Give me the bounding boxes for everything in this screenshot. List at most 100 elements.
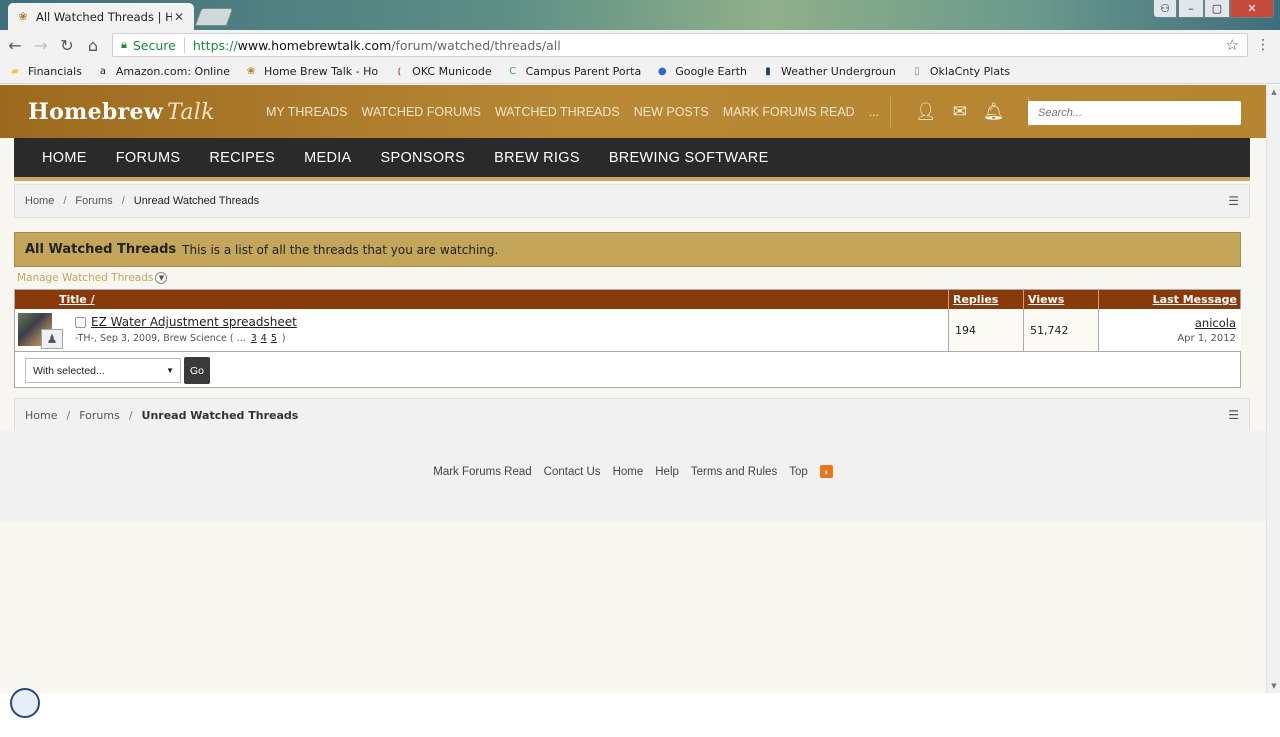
bookmark-label: Financials <box>28 65 82 78</box>
footer-home[interactable]: Home <box>613 466 644 478</box>
nav-media[interactable]: MEDIA <box>304 150 351 166</box>
list-icon[interactable]: ☰ <box>1228 408 1239 422</box>
manage-watched-threads-link[interactable]: Manage Watched Threads ▼ <box>17 272 168 284</box>
campus-icon: C <box>509 66 517 77</box>
footer-terms[interactable]: Terms and Rules <box>691 466 777 478</box>
breadcrumb-forums[interactable]: Forums <box>79 409 120 422</box>
envelope-icon[interactable]: ✉ <box>953 102 967 122</box>
forward-icon[interactable]: → <box>30 34 52 56</box>
folder-icon: ▰ <box>11 66 19 77</box>
bookmark-item[interactable]: ▮ Weather Undergroun <box>761 65 896 79</box>
breadcrumb-separator: / <box>128 408 133 422</box>
back-icon[interactable]: ← <box>4 34 26 56</box>
address-bar[interactable]: 🔒︎ Secure https://www.homebrewtalk.com/f… <box>112 33 1248 57</box>
bookmark-label: Campus Parent Porta <box>525 65 642 78</box>
col-last-message[interactable]: Last Message <box>1098 290 1241 309</box>
bookmark-item[interactable]: ▯ OklaCnty Plats <box>910 65 1010 79</box>
nav-home[interactable]: HOME <box>42 150 87 166</box>
top-link-watched-forums[interactable]: WATCHED FORUMS <box>362 105 481 119</box>
browser-menu-icon[interactable]: ⋮ <box>1256 37 1270 53</box>
footer-contact-us[interactable]: Contact Us <box>544 466 601 478</box>
tab-close-icon[interactable]: ✕ <box>172 10 186 24</box>
nav-forums[interactable]: FORUMS <box>116 150 181 166</box>
homebrew-favicon-icon: ❀ <box>18 10 28 23</box>
new-tab-button[interactable] <box>194 8 234 26</box>
footer-links: Mark Forums Read Contact Us Home Help Te… <box>0 465 1266 478</box>
list-icon[interactable]: ☰ <box>1228 194 1239 208</box>
bookmark-item[interactable]: ▰ Financials <box>8 65 82 79</box>
secure-label: Secure <box>132 37 176 53</box>
site-header: Homebrew Talk MY THREADS WATCHED FORUMS W… <box>0 85 1266 138</box>
minimize-icon[interactable]: – <box>1178 0 1204 18</box>
search-input[interactable] <box>1028 101 1241 125</box>
breadcrumb-separator: / <box>63 195 67 207</box>
user-icon[interactable]: 👤︎ <box>915 102 937 122</box>
scroll-up-icon[interactable]: ▲ <box>1267 85 1280 99</box>
site-logo[interactable]: Homebrew Talk <box>28 99 215 125</box>
scroll-down-icon[interactable]: ▼ <box>1267 679 1280 693</box>
bookmark-item[interactable]: C Campus Parent Porta <box>506 65 642 79</box>
col-views[interactable]: Views <box>1023 290 1098 309</box>
bookmarks-bar: ▰ Financials a Amazon.com: Online ❀ Home Brew… <box>0 60 1280 84</box>
thread-title-link[interactable]: EZ Water Adjustment spreadsheet <box>91 315 297 329</box>
municode-icon: ⦅ <box>397 66 401 77</box>
bookmark-label: OklaCnty Plats <box>929 65 1011 78</box>
col-replies[interactable]: Replies <box>948 290 1023 309</box>
bookmark-item[interactable]: ❀ Home Brew Talk - Ho <box>244 65 378 79</box>
breadcrumb-current: Unread Watched Threads <box>133 195 260 207</box>
breadcrumb-separator: / <box>66 408 71 422</box>
bookmark-star-icon[interactable]: ☆ <box>1226 36 1239 54</box>
with-selected-select[interactable]: With selected... ▼ <box>25 358 181 383</box>
top-link-watched-threads[interactable]: WATCHED THREADS <box>495 105 620 119</box>
views-count: 51,742 <box>1023 309 1098 351</box>
logo-main: Homebrew <box>28 99 164 125</box>
reload-icon[interactable]: ↻ <box>56 34 78 56</box>
window-close-icon[interactable]: ✕ <box>1230 0 1274 18</box>
chevron-down-icon: ▼ <box>155 272 168 284</box>
chat-bubble-icon[interactable] <box>10 688 40 718</box>
page-scrollbar[interactable]: ▲ ▼ <box>1266 85 1280 693</box>
bookmark-item[interactable]: a Amazon.com: Online <box>96 65 230 79</box>
last-poster-avatar-icon[interactable]: ♟ <box>41 329 63 349</box>
breadcrumb-home[interactable]: Home <box>25 195 54 207</box>
top-link-my-threads[interactable]: MY THREADS <box>266 105 348 119</box>
col-title[interactable]: Title / <box>59 290 95 309</box>
go-button[interactable]: Go <box>184 357 210 384</box>
footer-mark-forums-read[interactable]: Mark Forums Read <box>433 466 531 478</box>
page-link-3[interactable]: 3 <box>251 333 257 344</box>
dropdown-arrow-icon: ▼ <box>166 366 174 375</box>
table-header: Title / Replies Views Last Message <box>15 290 1240 309</box>
top-link-mark-forums-read[interactable]: MARK FORUMS READ <box>723 105 855 119</box>
nav-brew-rigs[interactable]: BREW RIGS <box>494 150 580 166</box>
footer-help[interactable]: Help <box>655 466 679 478</box>
profile-icon[interactable]: ⚇ <box>1153 0 1177 18</box>
top-link-new-posts[interactable]: NEW POSTS <box>634 105 709 119</box>
home-icon[interactable]: ⌂ <box>82 34 104 56</box>
threads-table: Title / Replies Views Last Message ♟ EZ … <box>14 289 1241 388</box>
breadcrumb-top: Home / Forums / Unread Watched Threads ☰ <box>14 184 1250 218</box>
breadcrumb-current: Unread Watched Threads <box>141 408 299 422</box>
breadcrumb-separator: / <box>121 195 125 207</box>
maximize-icon[interactable]: ▢ <box>1204 0 1230 18</box>
page-link-4[interactable]: 4 <box>261 333 267 344</box>
page-link-5[interactable]: 5 <box>271 333 277 344</box>
breadcrumb-forums[interactable]: Forums <box>75 195 112 207</box>
rss-icon[interactable]: ◗ <box>819 465 833 478</box>
browser-tab[interactable]: ❀ All Watched Threads | Ho ✕ <box>8 3 194 30</box>
page-description: This is a list of all the threads that y… <box>182 242 499 257</box>
bell-icon[interactable]: 🔔︎ <box>983 102 1005 122</box>
nav-recipes[interactable]: RECIPES <box>209 150 275 166</box>
page-title: All Watched Threads <box>25 242 177 257</box>
nav-brewing-software[interactable]: BREWING SOFTWARE <box>609 150 769 166</box>
thread-meta: -TH-, Sep 3, 2009, Brew Science ( ... 34… <box>75 333 286 344</box>
breadcrumb-home[interactable]: Home <box>25 409 57 422</box>
top-link-more[interactable]: ... <box>869 105 879 119</box>
last-message-date[interactable]: Apr 1, 2012 <box>1177 333 1236 344</box>
nav-sponsors[interactable]: SPONSORS <box>381 150 466 166</box>
footer-top[interactable]: Top <box>789 466 808 478</box>
last-message-user[interactable]: anicola <box>1195 316 1236 330</box>
thread-checkbox[interactable] <box>75 317 86 328</box>
bookmark-item[interactable]: ● Google Earth <box>655 65 747 79</box>
replies-count: 194 <box>948 309 1023 351</box>
bookmark-item[interactable]: ⦅ OKC Municode <box>392 65 491 79</box>
